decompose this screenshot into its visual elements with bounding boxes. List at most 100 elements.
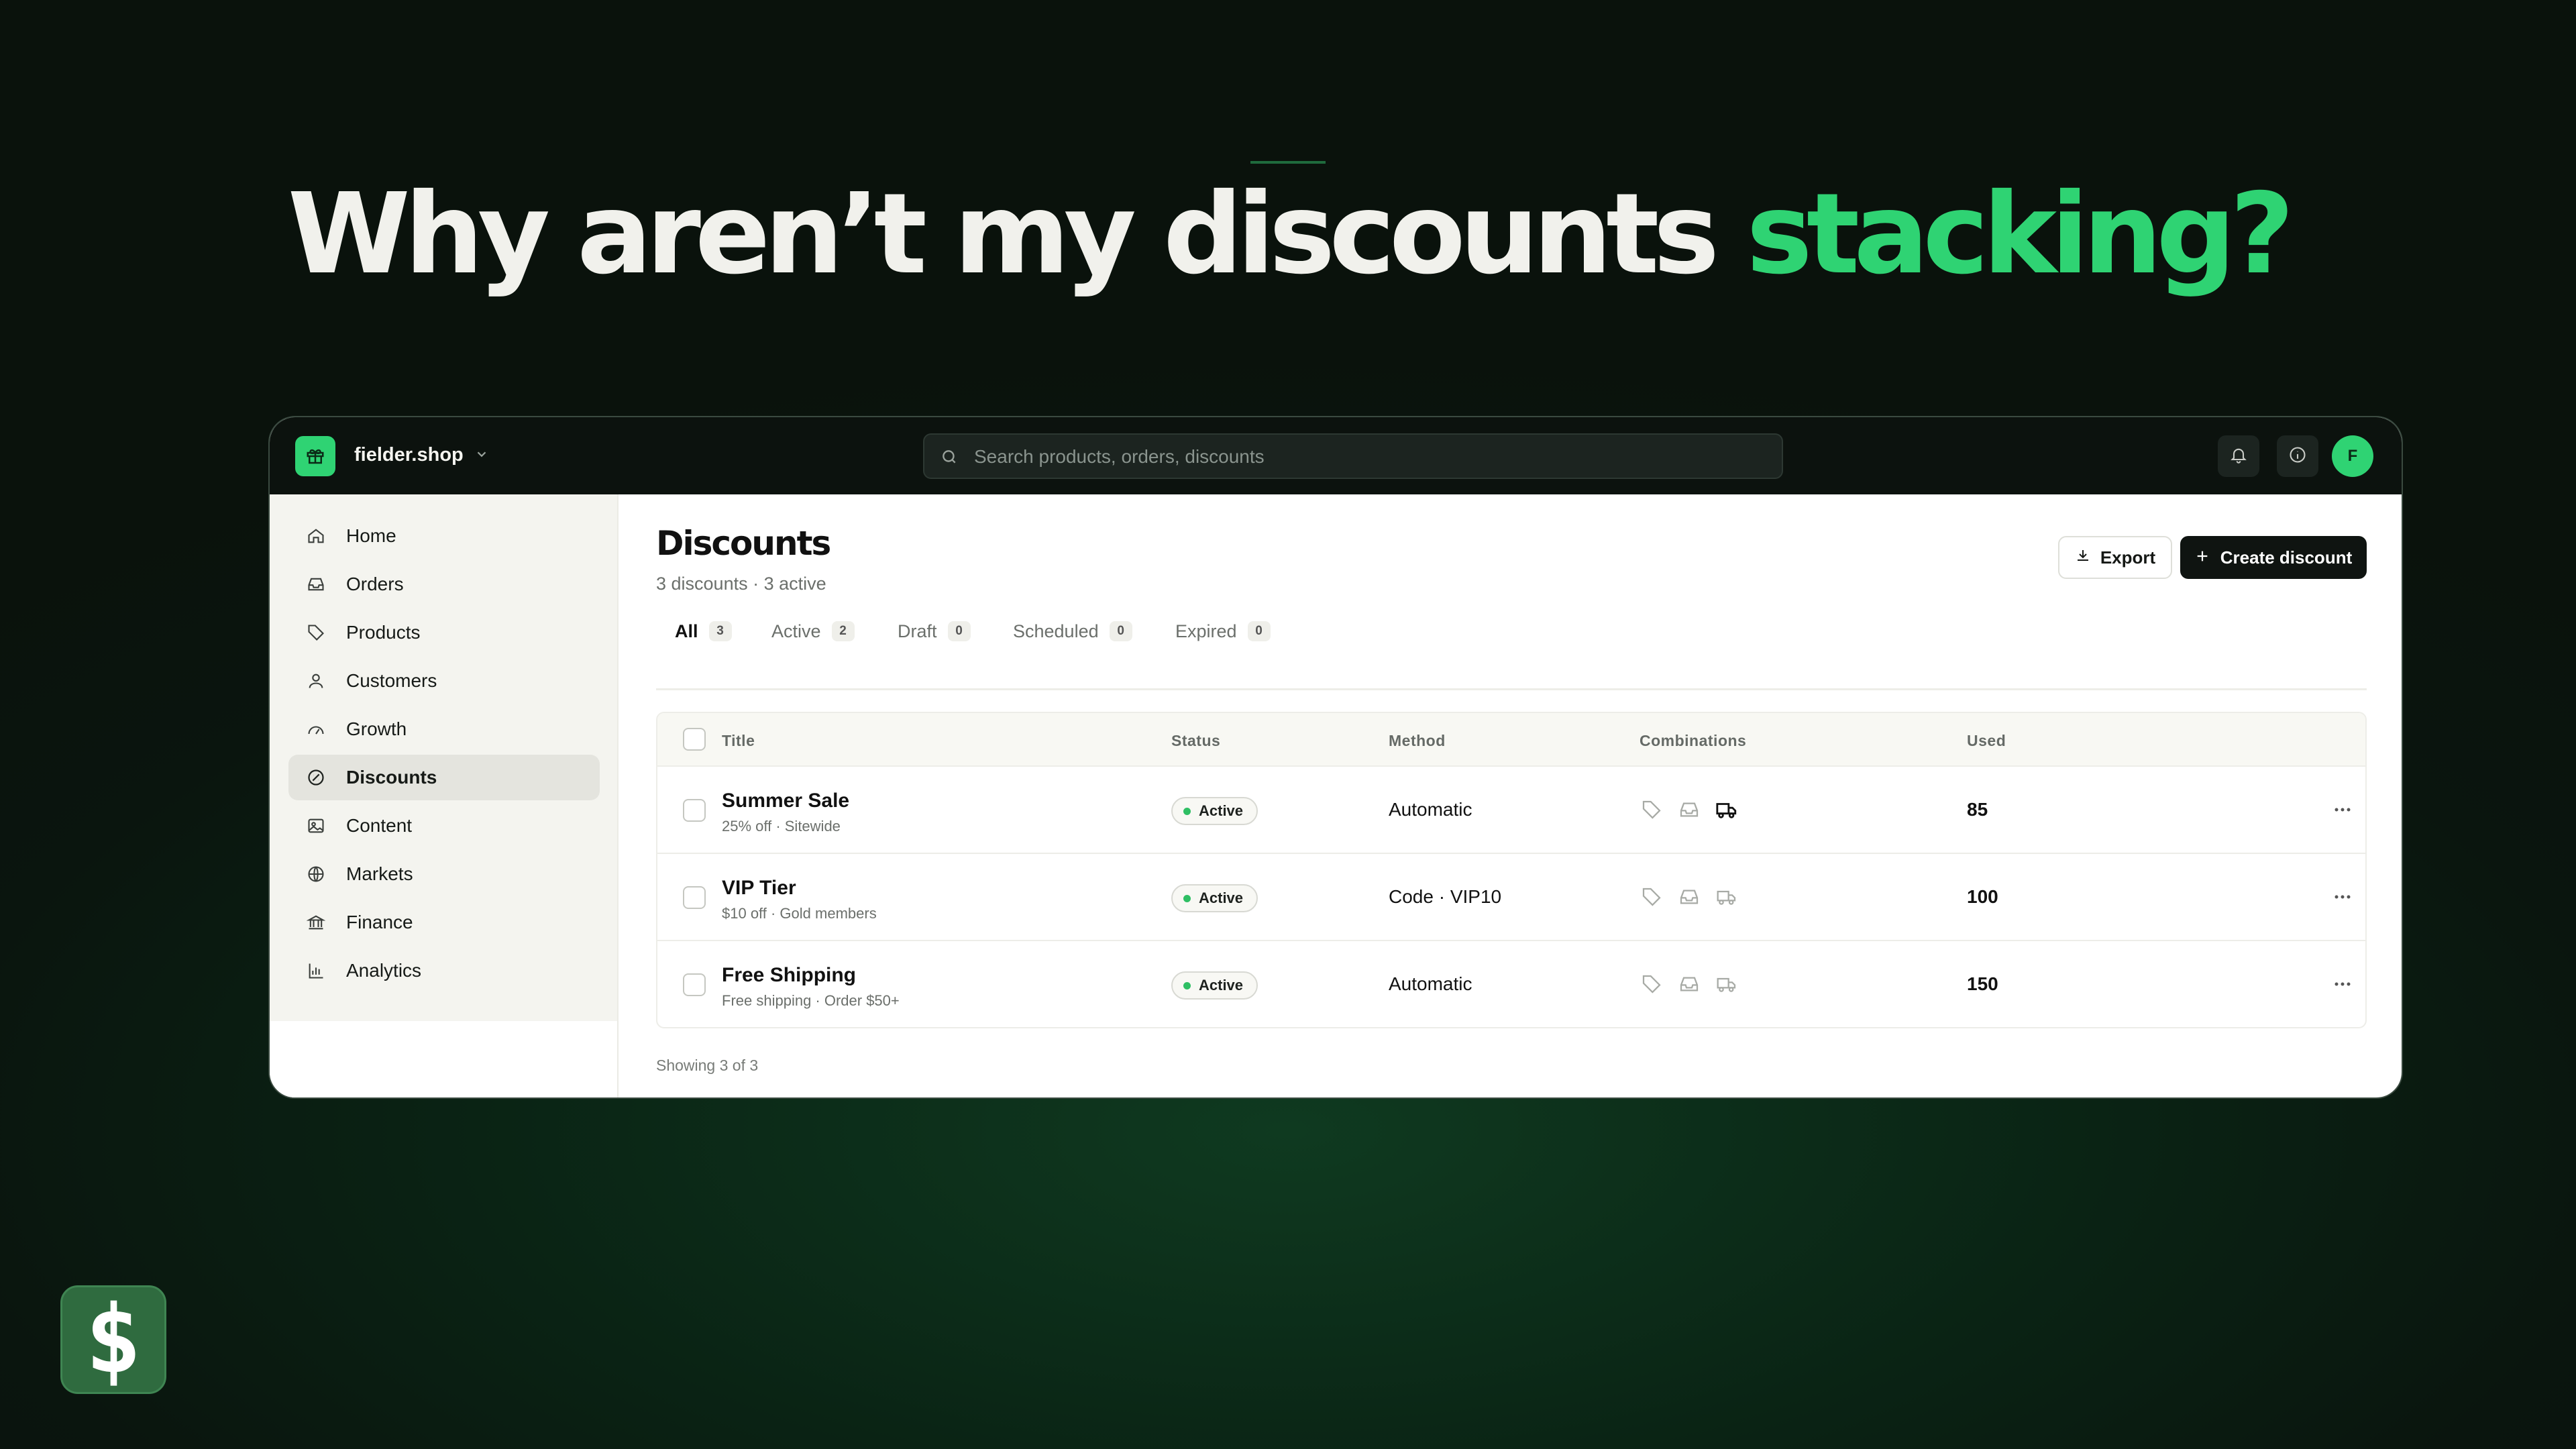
person-icon [305,669,327,692]
export-button[interactable]: Export [2058,536,2172,579]
column-header-status[interactable]: Status [1171,732,1220,750]
row-checkbox[interactable] [683,973,706,996]
discount-subtitle: $10 off · Gold members [722,905,877,922]
tab-active[interactable]: Active 2 [771,614,855,649]
sidebar-item-label: Finance [346,912,413,932]
tag-icon [305,621,327,644]
sidebar: Home Orders Products Customers Growth Di… [270,494,619,1097]
table-row[interactable]: Free Shipping Free shipping · Order $50+… [657,941,2365,1027]
accent-line [1250,161,1326,164]
sidebar-item-discounts[interactable]: Discounts [288,755,600,800]
notifications-button[interactable] [2218,435,2259,477]
status-badge: Active [1171,884,1258,912]
sidebar-item-label: Products [346,622,421,643]
headline-highlight: stacking? [1746,170,2294,299]
status-dot [1183,807,1191,815]
sidebar-item-customers[interactable]: Customers [288,658,600,704]
table-row[interactable]: Summer Sale 25% off · Sitewide Active Au… [657,767,2365,854]
discount-title[interactable]: Free Shipping [722,964,856,987]
combinations [1640,885,1739,909]
ellipsis-icon [2334,804,2351,816]
tab-label: All [675,621,698,641]
discount-method: Automatic [1389,973,1472,994]
sidebar-item-orders[interactable]: Orders [288,561,600,607]
sidebar-item-growth[interactable]: Growth [288,706,600,752]
store-logo-icon[interactable] [295,436,335,476]
info-button[interactable] [2277,435,2318,477]
tab-all[interactable]: All 3 [675,614,732,649]
sidebar-item-label: Growth [346,718,407,739]
tab-label: Scheduled [1013,621,1099,641]
create-discount-label: Create discount [2220,547,2353,568]
status-dot [1183,894,1191,902]
info-icon [2288,445,2307,468]
chevron-down-icon[interactable] [474,447,489,465]
store-name[interactable]: fielder.shop [354,444,464,466]
product-discount-tag-icon [1640,972,1664,996]
usage-count: 85 [1967,799,1988,820]
tab-draft[interactable]: Draft 0 [898,614,971,649]
download-icon [2075,547,2091,568]
headline-text: Why aren’t my discounts [287,170,1720,299]
shipping-truck-icon [1715,885,1739,909]
ellipsis-icon [2334,891,2351,903]
discount-title[interactable]: Summer Sale [722,790,849,812]
shipping-truck-icon [1715,798,1739,822]
status-label: Active [1199,802,1244,819]
avatar[interactable]: F [2332,435,2373,477]
bar-chart-icon [305,959,327,982]
page-headline: Why aren’t my discounts stacking? [0,171,2576,299]
create-discount-button[interactable]: Create discount [2180,536,2367,579]
search-icon [941,448,958,469]
gauge-icon [305,718,327,741]
sidebar-item-markets[interactable]: Markets [288,851,600,897]
bell-icon [2229,445,2248,468]
globe-icon [305,863,327,885]
search-input[interactable] [974,444,1712,470]
more-actions-button[interactable] [2328,882,2357,912]
dollar-symbol: $ [85,1285,142,1395]
discount-subtitle: Free shipping · Order $50+ [722,992,900,1009]
sidebar-item-content[interactable]: Content [288,803,600,849]
page-subtitle: 3 discounts · 3 active [656,574,826,594]
table-row[interactable]: VIP Tier $10 off · Gold members Active C… [657,854,2365,941]
search-bar[interactable] [923,433,1783,479]
dollar-sign-icon: $ [60,1285,166,1395]
tab-expired[interactable]: Expired 0 [1175,614,1271,649]
plus-icon [2195,547,2210,568]
image-icon [305,814,327,837]
discount-title[interactable]: VIP Tier [722,877,796,900]
usage-count: 150 [1967,973,1998,994]
tab-count: 0 [1109,621,1132,641]
more-actions-button[interactable] [2328,969,2357,999]
sidebar-item-products[interactable]: Products [288,610,600,655]
tab-scheduled[interactable]: Scheduled 0 [1013,614,1132,649]
column-header-method[interactable]: Method [1389,732,1446,750]
inbox-icon [305,573,327,596]
column-header-used[interactable]: Used [1967,732,2006,750]
discounts-table: Title Status Method Combinations Used Su… [656,712,2367,1028]
product-discount-tag-icon [1640,885,1664,909]
more-actions-button[interactable] [2328,795,2357,824]
column-header-combinations[interactable]: Combinations [1640,732,1746,750]
discount-method: Code · VIP10 [1389,886,1502,907]
row-checkbox[interactable] [683,799,706,822]
sidebar-item-analytics[interactable]: Analytics [288,948,600,994]
order-discount-inbox-icon [1677,885,1701,909]
select-all-checkbox[interactable] [683,728,706,751]
ellipsis-icon [2334,978,2351,990]
sidebar-item-finance[interactable]: Finance [288,900,600,945]
pagination-summary: Showing 3 of 3 [656,1057,759,1074]
export-label: Export [2100,547,2156,568]
combinations [1640,972,1739,996]
discount-icon [305,766,327,789]
divider [656,688,2367,690]
discount-subtitle: 25% off · Sitewide [722,818,841,835]
column-header-title[interactable]: Title [722,732,755,750]
order-discount-inbox-icon [1677,798,1701,822]
sidebar-item-home[interactable]: Home [288,513,600,559]
page-title: Discounts [656,524,831,563]
order-discount-inbox-icon [1677,972,1701,996]
row-checkbox[interactable] [683,886,706,909]
app-window: fielder.shop F Home Or [268,416,2403,1099]
